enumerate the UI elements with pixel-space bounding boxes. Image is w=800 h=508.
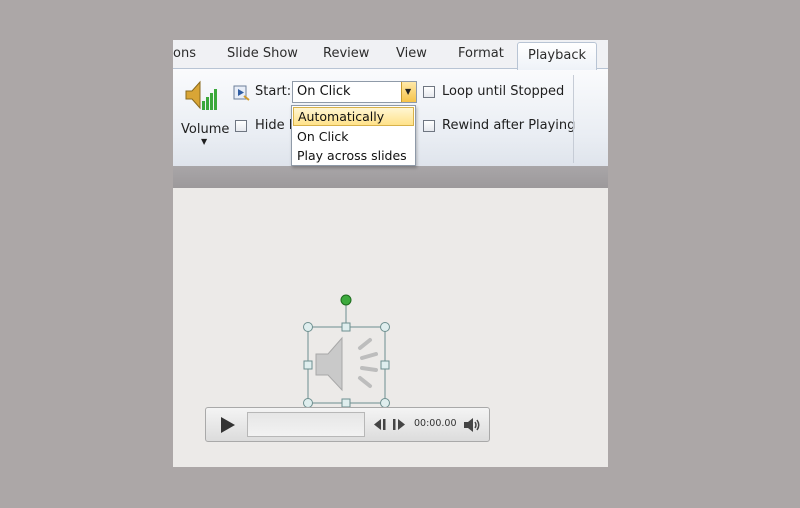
tab-format[interactable]: Format (458, 40, 504, 68)
hide-during-show-checkbox[interactable] (235, 120, 247, 132)
play-icon[interactable] (218, 416, 238, 434)
ribbon-group-separator (573, 75, 574, 163)
resize-handle[interactable] (341, 322, 351, 332)
volume-icon (185, 80, 217, 110)
volume-label: Volume (181, 122, 230, 137)
tab-view[interactable]: View (396, 40, 427, 68)
option-play-across-slides[interactable]: Play across slides (293, 146, 414, 165)
speaker-icon (315, 336, 378, 392)
audio-object[interactable] (296, 290, 396, 415)
resize-handle[interactable] (380, 322, 390, 332)
loop-until-stopped-checkbox[interactable] (423, 86, 435, 98)
start-dropdown-value: On Click (297, 84, 351, 99)
rotate-handle[interactable] (340, 294, 352, 306)
ribbon-bottom-band (173, 166, 608, 188)
playback-time: 00:00.00 (414, 418, 457, 429)
dropdown-arrow-button[interactable]: ▼ (401, 82, 416, 102)
chevron-down-icon: ▼ (405, 87, 412, 96)
rewind-after-playing-checkbox[interactable] (423, 120, 435, 132)
resize-handle[interactable] (341, 398, 351, 408)
tab-animations[interactable]: ons (173, 40, 196, 68)
loop-until-stopped-label: Loop until Stopped (442, 84, 565, 99)
option-automatically[interactable]: Automatically (293, 107, 414, 126)
volume-button[interactable]: Volume ▼ (181, 77, 229, 146)
tab-playback[interactable]: Playback (517, 42, 597, 70)
playback-progress-bar[interactable] (247, 412, 365, 437)
tab-review[interactable]: Review (323, 40, 369, 68)
media-player-bar: 00:00.00 (205, 407, 490, 442)
resize-handle[interactable] (380, 360, 390, 370)
rewind-icon[interactable] (372, 418, 388, 431)
volume-speaker-icon[interactable] (462, 416, 482, 434)
start-label: Start: (255, 84, 292, 99)
ribbon-tab-bar: ons Slide Show Review View Format Playba… (173, 40, 608, 70)
chevron-down-icon: ▼ (201, 137, 208, 146)
rewind-after-playing-label: Rewind after Playing (442, 118, 576, 133)
start-dropdown[interactable]: On Click ▼ (292, 81, 417, 103)
option-on-click[interactable]: On Click (293, 127, 414, 146)
start-dropdown-list: Automatically On Click Play across slide… (291, 105, 416, 166)
fast-forward-icon[interactable] (391, 418, 407, 431)
tab-slide-show[interactable]: Slide Show (227, 40, 298, 68)
resize-handle[interactable] (303, 360, 313, 370)
start-icon (233, 85, 250, 101)
resize-handle[interactable] (303, 322, 313, 332)
